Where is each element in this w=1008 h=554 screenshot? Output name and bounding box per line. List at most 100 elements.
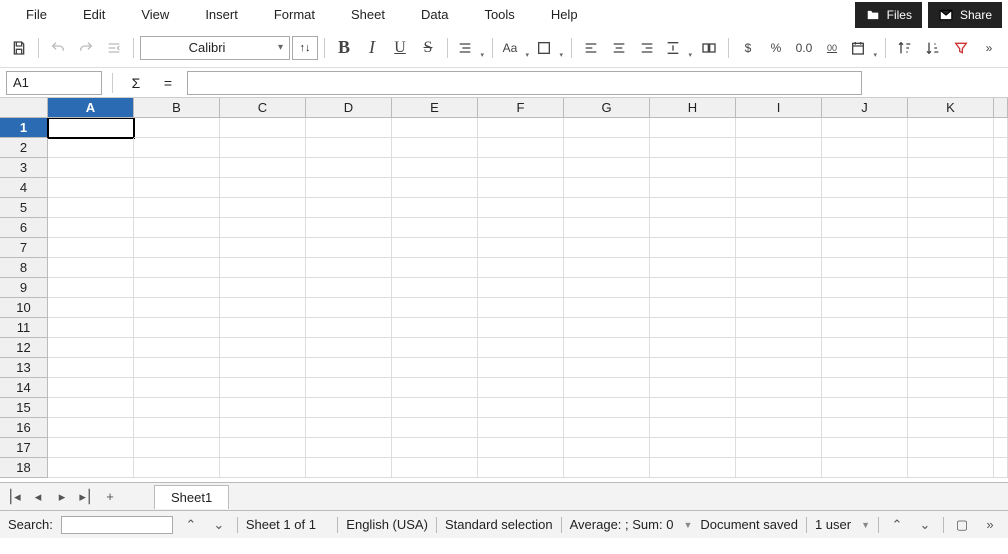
cell-E1[interactable] — [392, 118, 478, 138]
column-header-E[interactable]: E — [392, 98, 478, 118]
undo-button[interactable] — [45, 35, 71, 61]
align-right-button[interactable] — [634, 35, 660, 61]
cell-B14[interactable] — [134, 378, 220, 398]
cell-H4[interactable] — [650, 178, 736, 198]
cell-G10[interactable] — [564, 298, 650, 318]
first-sheet-button[interactable]: ⎮◂ — [4, 487, 24, 507]
cell-B3[interactable] — [134, 158, 220, 178]
cell-A10[interactable] — [48, 298, 134, 318]
cell-D4[interactable] — [306, 178, 392, 198]
last-sheet-button[interactable]: ▸⎮ — [76, 487, 96, 507]
row-header-8[interactable]: 8 — [0, 258, 48, 278]
cell-E11[interactable] — [392, 318, 478, 338]
cell-C12[interactable] — [220, 338, 306, 358]
row-header-10[interactable]: 10 — [0, 298, 48, 318]
cell-K13[interactable] — [908, 358, 994, 378]
cell-B11[interactable] — [134, 318, 220, 338]
cell-D8[interactable] — [306, 258, 392, 278]
cell-F10[interactable] — [478, 298, 564, 318]
cell-B4[interactable] — [134, 178, 220, 198]
cell-E9[interactable] — [392, 278, 478, 298]
cell-G9[interactable] — [564, 278, 650, 298]
align-left-button[interactable] — [578, 35, 604, 61]
cell-G13[interactable] — [564, 358, 650, 378]
cell-D17[interactable] — [306, 438, 392, 458]
cell-K8[interactable] — [908, 258, 994, 278]
search-input[interactable] — [61, 516, 173, 534]
cell-D18[interactable] — [306, 458, 392, 478]
column-header-partial[interactable] — [994, 98, 1008, 118]
cell-H17[interactable] — [650, 438, 736, 458]
row-header-4[interactable]: 4 — [0, 178, 48, 198]
cell-partial[interactable] — [994, 258, 1008, 278]
cell-K4[interactable] — [908, 178, 994, 198]
cell-E8[interactable] — [392, 258, 478, 278]
cell-A16[interactable] — [48, 418, 134, 438]
cell-K9[interactable] — [908, 278, 994, 298]
cell-I15[interactable] — [736, 398, 822, 418]
cell-F15[interactable] — [478, 398, 564, 418]
column-header-B[interactable]: B — [134, 98, 220, 118]
cell-D14[interactable] — [306, 378, 392, 398]
cell-F11[interactable] — [478, 318, 564, 338]
cell-H11[interactable] — [650, 318, 736, 338]
cell-J8[interactable] — [822, 258, 908, 278]
outdent-button[interactable] — [101, 35, 127, 61]
files-button[interactable]: Files — [855, 2, 922, 28]
cell-I2[interactable] — [736, 138, 822, 158]
cell-K11[interactable] — [908, 318, 994, 338]
cell-E14[interactable] — [392, 378, 478, 398]
cell-partial[interactable] — [994, 238, 1008, 258]
cell-I1[interactable] — [736, 118, 822, 138]
menu-tools[interactable]: Tools — [466, 1, 532, 28]
cell-F16[interactable] — [478, 418, 564, 438]
stats-status[interactable]: Average: ; Sum: 0 — [570, 517, 674, 532]
cell-partial[interactable] — [994, 438, 1008, 458]
cell-partial[interactable] — [994, 338, 1008, 358]
cell-E3[interactable] — [392, 158, 478, 178]
cell-G17[interactable] — [564, 438, 650, 458]
cell-C2[interactable] — [220, 138, 306, 158]
cell-J15[interactable] — [822, 398, 908, 418]
row-header-16[interactable]: 16 — [0, 418, 48, 438]
cell-J14[interactable] — [822, 378, 908, 398]
cell-K17[interactable] — [908, 438, 994, 458]
row-header-15[interactable]: 15 — [0, 398, 48, 418]
cell-J10[interactable] — [822, 298, 908, 318]
cell-A7[interactable] — [48, 238, 134, 258]
cell-F5[interactable] — [478, 198, 564, 218]
row-header-17[interactable]: 17 — [0, 438, 48, 458]
zoom-fit-button[interactable]: ▢ — [952, 515, 972, 535]
cell-I17[interactable] — [736, 438, 822, 458]
cell-A11[interactable] — [48, 318, 134, 338]
cell-partial[interactable] — [994, 378, 1008, 398]
cell-D12[interactable] — [306, 338, 392, 358]
menu-format[interactable]: Format — [256, 1, 333, 28]
cell-G2[interactable] — [564, 138, 650, 158]
cell-H7[interactable] — [650, 238, 736, 258]
currency-button[interactable]: $ — [735, 35, 761, 61]
cell-partial[interactable] — [994, 178, 1008, 198]
borders-button[interactable] — [533, 35, 565, 61]
cell-J11[interactable] — [822, 318, 908, 338]
search-next-button[interactable]: ⌄ — [209, 515, 229, 535]
cell-H8[interactable] — [650, 258, 736, 278]
cell-I12[interactable] — [736, 338, 822, 358]
cell-J12[interactable] — [822, 338, 908, 358]
save-button[interactable] — [6, 35, 32, 61]
cell-A13[interactable] — [48, 358, 134, 378]
row-header-18[interactable]: 18 — [0, 458, 48, 478]
menu-sheet[interactable]: Sheet — [333, 1, 403, 28]
menu-help[interactable]: Help — [533, 1, 596, 28]
cell-E5[interactable] — [392, 198, 478, 218]
cell-D13[interactable] — [306, 358, 392, 378]
cell-A4[interactable] — [48, 178, 134, 198]
cell-I9[interactable] — [736, 278, 822, 298]
cell-J9[interactable] — [822, 278, 908, 298]
row-header-12[interactable]: 12 — [0, 338, 48, 358]
cell-H13[interactable] — [650, 358, 736, 378]
cell-K6[interactable] — [908, 218, 994, 238]
cell-A2[interactable] — [48, 138, 134, 158]
column-header-I[interactable]: I — [736, 98, 822, 118]
search-prev-button[interactable]: ⌃ — [181, 515, 201, 535]
